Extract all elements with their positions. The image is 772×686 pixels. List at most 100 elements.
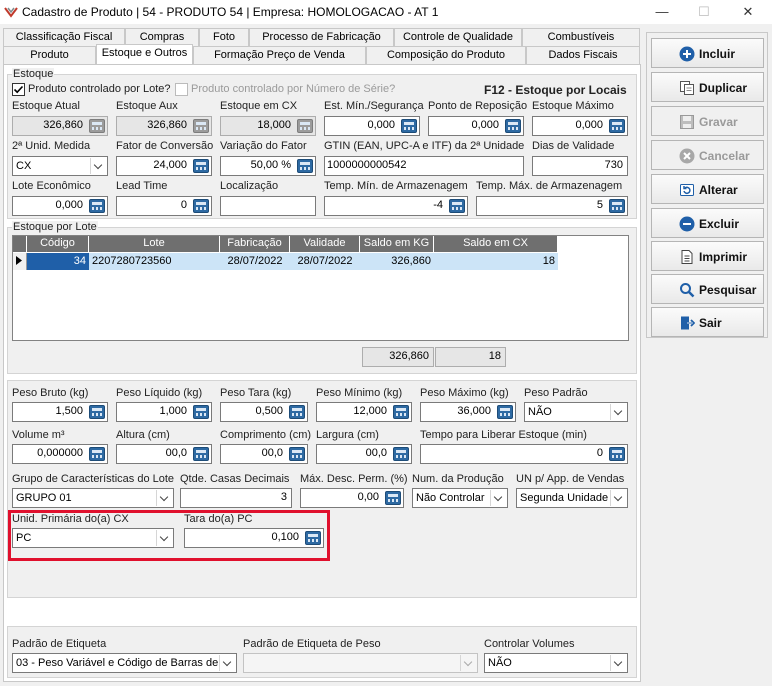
alterar-button[interactable]: Alterar	[651, 174, 764, 204]
tab-combustiveis[interactable]: Combustíveis	[522, 28, 640, 46]
lot-controlled-checkbox[interactable]	[12, 83, 25, 96]
lead-time-field[interactable]: 0	[116, 196, 212, 216]
calculator-icon[interactable]	[449, 199, 465, 213]
calculator-icon[interactable]	[89, 405, 105, 419]
tab-controle-qualidade[interactable]: Controle de Qualidade	[394, 28, 522, 46]
excluir-button[interactable]: Excluir	[651, 208, 764, 238]
calculator-icon[interactable]	[505, 119, 521, 133]
calculator-icon[interactable]	[393, 447, 409, 461]
cell-validade[interactable]: 28/07/2022	[290, 253, 360, 270]
tab-produto[interactable]: Produto	[3, 46, 96, 64]
grid-header-lote[interactable]: Lote	[89, 236, 220, 252]
calculator-icon[interactable]	[193, 199, 209, 213]
lots-grid[interactable]: Código Lote Fabricação Validade Saldo em…	[12, 235, 629, 341]
est-min-field[interactable]: 0,000	[324, 116, 420, 136]
est-max-field[interactable]: 0,000	[532, 116, 628, 136]
calculator-icon[interactable]	[393, 405, 409, 419]
table-row[interactable]: 34 2207280723560 28/07/2022 28/07/2022 3…	[27, 253, 558, 270]
search-icon	[680, 283, 695, 298]
cell-saldo-kg[interactable]: 326,860	[360, 253, 434, 270]
cell-saldo-cx[interactable]: 18	[434, 253, 558, 270]
peso-minimo-label: Peso Mínimo (kg)	[316, 387, 403, 399]
fator-conversao-field[interactable]: 24,000	[116, 156, 212, 176]
un-app-select[interactable]: Segunda Unidade	[516, 488, 628, 508]
controlar-volumes-select[interactable]: NÃO	[484, 653, 628, 673]
calculator-icon[interactable]	[497, 405, 513, 419]
localizacao-field[interactable]	[220, 196, 316, 216]
peso-maximo-field[interactable]: 36,000	[420, 402, 516, 422]
comprimento-field[interactable]: 00,0	[220, 444, 308, 464]
serial-controlled-checkbox[interactable]	[175, 83, 188, 96]
calculator-icon[interactable]	[89, 199, 105, 213]
cancelar-button[interactable]: Cancelar	[651, 140, 764, 170]
casas-decimais-field[interactable]: 3	[180, 488, 292, 508]
altura-field[interactable]: 00,0	[116, 444, 212, 464]
tab-formacao-preco[interactable]: Formação Preço de Venda	[193, 46, 366, 64]
variacao-fator-field[interactable]: 50,00 %	[220, 156, 316, 176]
sair-button[interactable]: Sair	[651, 307, 764, 337]
grupo-lote-select[interactable]: GRUPO 01	[12, 488, 174, 508]
close-button[interactable]: ✕	[726, 0, 770, 24]
duplicate-icon	[680, 81, 694, 95]
duplicar-button[interactable]: Duplicar	[651, 72, 764, 102]
calculator-icon[interactable]	[385, 491, 401, 505]
calculator-icon[interactable]	[193, 405, 209, 419]
tempo-liberar-label: Tempo para Liberar Estoque (min)	[420, 429, 587, 441]
largura-field[interactable]: 00,0	[316, 444, 412, 464]
tab-foto[interactable]: Foto	[199, 28, 249, 46]
dias-validade-field[interactable]: 730	[532, 156, 628, 176]
grid-header-codigo[interactable]: Código	[27, 236, 89, 252]
num-producao-select[interactable]: Não Controlar	[412, 488, 508, 508]
temp-max-field[interactable]: 5	[476, 196, 628, 216]
tempo-liberar-field[interactable]: 0	[420, 444, 628, 464]
maximize-button[interactable]: ☐	[682, 0, 726, 24]
gravar-button[interactable]: Gravar	[651, 106, 764, 136]
calculator-icon[interactable]	[289, 405, 305, 419]
calculator-icon[interactable]	[297, 159, 313, 173]
tab-estoque-outros[interactable]: Estoque e Outros	[96, 44, 193, 64]
controlar-volumes-label: Controlar Volumes	[484, 638, 575, 650]
pesquisar-button[interactable]: Pesquisar	[651, 274, 764, 304]
row-pointer-icon	[16, 256, 22, 265]
peso-tara-field[interactable]: 0,500	[220, 402, 308, 422]
casas-decimais-label: Qtde. Casas Decimais	[180, 473, 290, 485]
peso-minimo-field[interactable]: 12,000	[316, 402, 412, 422]
grid-header-fabricacao[interactable]: Fabricação	[220, 236, 290, 252]
grid-header-saldo-kg[interactable]: Saldo em KG	[360, 236, 434, 252]
minimize-button[interactable]: —	[640, 0, 684, 24]
cell-lote[interactable]: 2207280723560	[89, 253, 220, 270]
estoque-aux-label: Estoque Aux	[116, 100, 178, 112]
lote-economico-field[interactable]: 0,000	[12, 196, 108, 216]
calculator-icon[interactable]	[89, 447, 105, 461]
padrao-etiqueta-select[interactable]: 03 - Peso Variável e Código de Barras de…	[12, 653, 237, 673]
peso-bruto-field[interactable]: 1,500	[12, 402, 108, 422]
calculator-icon[interactable]	[609, 447, 625, 461]
grid-header-saldo-cx[interactable]: Saldo em CX	[434, 236, 558, 252]
peso-padrao-select[interactable]: NÃO	[524, 402, 628, 422]
cell-codigo[interactable]: 34	[27, 253, 89, 270]
calculator-icon[interactable]	[609, 199, 625, 213]
gtin-field[interactable]: 1000000000542	[324, 156, 524, 176]
lot-controlled-label: Produto controlado por Lote?	[28, 83, 171, 95]
unid2-select[interactable]: CX	[12, 156, 108, 176]
max-desc-field[interactable]: 0,00	[300, 488, 404, 508]
calculator-icon[interactable]	[193, 447, 209, 461]
calculator-icon[interactable]	[401, 119, 417, 133]
tab-dados-fiscais[interactable]: Dados Fiscais	[526, 46, 640, 64]
tab-composicao-produto[interactable]: Composição do Produto	[366, 46, 526, 64]
grid-header-validade[interactable]: Validade	[290, 236, 360, 252]
temp-min-field[interactable]: -4	[324, 196, 468, 216]
calculator-icon[interactable]	[609, 119, 625, 133]
total-kg-field: 326,860	[362, 347, 434, 367]
volume-field[interactable]: 0,000000	[12, 444, 108, 464]
ponto-reposicao-field[interactable]: 0,000	[428, 116, 524, 136]
peso-liquido-field[interactable]: 1,000	[116, 402, 212, 422]
cell-fabricacao[interactable]: 28/07/2022	[220, 253, 290, 270]
padrao-etiqueta-peso-select[interactable]	[243, 653, 478, 673]
imprimir-button[interactable]: Imprimir	[651, 241, 764, 271]
calculator-icon[interactable]	[193, 159, 209, 173]
row-indicator	[13, 253, 27, 270]
tab-processo-fabricacao[interactable]: Processo de Fabricação	[249, 28, 394, 46]
incluir-button[interactable]: Incluir	[651, 38, 764, 68]
calculator-icon[interactable]	[289, 447, 305, 461]
